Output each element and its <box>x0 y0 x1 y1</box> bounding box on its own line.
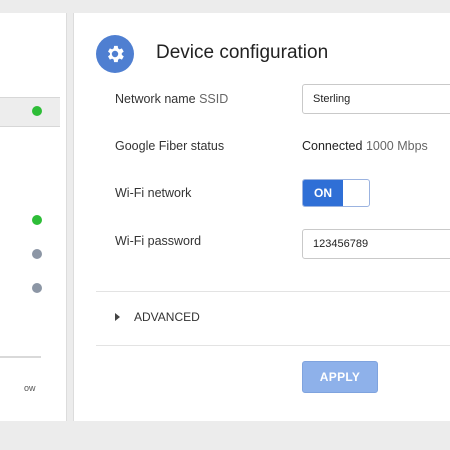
divider <box>96 291 450 292</box>
gear-icon <box>96 35 134 73</box>
apply-button[interactable]: APPLY <box>302 361 378 393</box>
ssid-label: Network name SSID <box>115 92 228 106</box>
status-dot-offline <box>32 283 42 293</box>
wifi-network-label: Wi-Fi network <box>115 186 192 200</box>
sidebar-item-selected[interactable] <box>0 97 60 127</box>
fiber-status-text: Connected <box>302 139 363 153</box>
wifi-toggle[interactable]: ON <box>302 179 370 207</box>
wifi-toggle-on: ON <box>303 180 343 206</box>
advanced-label: ADVANCED <box>134 310 200 324</box>
status-dot-offline <box>32 249 42 259</box>
fiber-speed: 1000 Mbps <box>365 139 428 153</box>
advanced-toggle[interactable]: ADVANCED <box>115 310 200 324</box>
device-sidebar: ow <box>0 13 67 421</box>
wifi-password-label: Wi-Fi password <box>115 234 202 248</box>
divider <box>96 345 450 346</box>
page-title: Device configuration <box>156 42 329 63</box>
caret-right-icon <box>115 313 120 321</box>
status-dot-online <box>32 215 42 225</box>
ssid-input[interactable]: Sterling <box>302 84 450 114</box>
ssid-label-text: Network name <box>115 92 196 106</box>
device-config-panel <box>73 13 450 421</box>
app-frame: ow Device configuration Network name SSI… <box>0 0 450 450</box>
fiber-status-value: Connected 1000 Mbps <box>302 139 428 153</box>
sidebar-link-text[interactable]: ow <box>24 383 54 393</box>
status-dot-online <box>32 106 42 116</box>
fiber-status-label: Google Fiber status <box>115 139 225 153</box>
sidebar-divider <box>0 356 41 358</box>
ssid-label-suffix: SSID <box>199 92 229 106</box>
wifi-password-input[interactable]: 123456789 <box>302 229 450 259</box>
